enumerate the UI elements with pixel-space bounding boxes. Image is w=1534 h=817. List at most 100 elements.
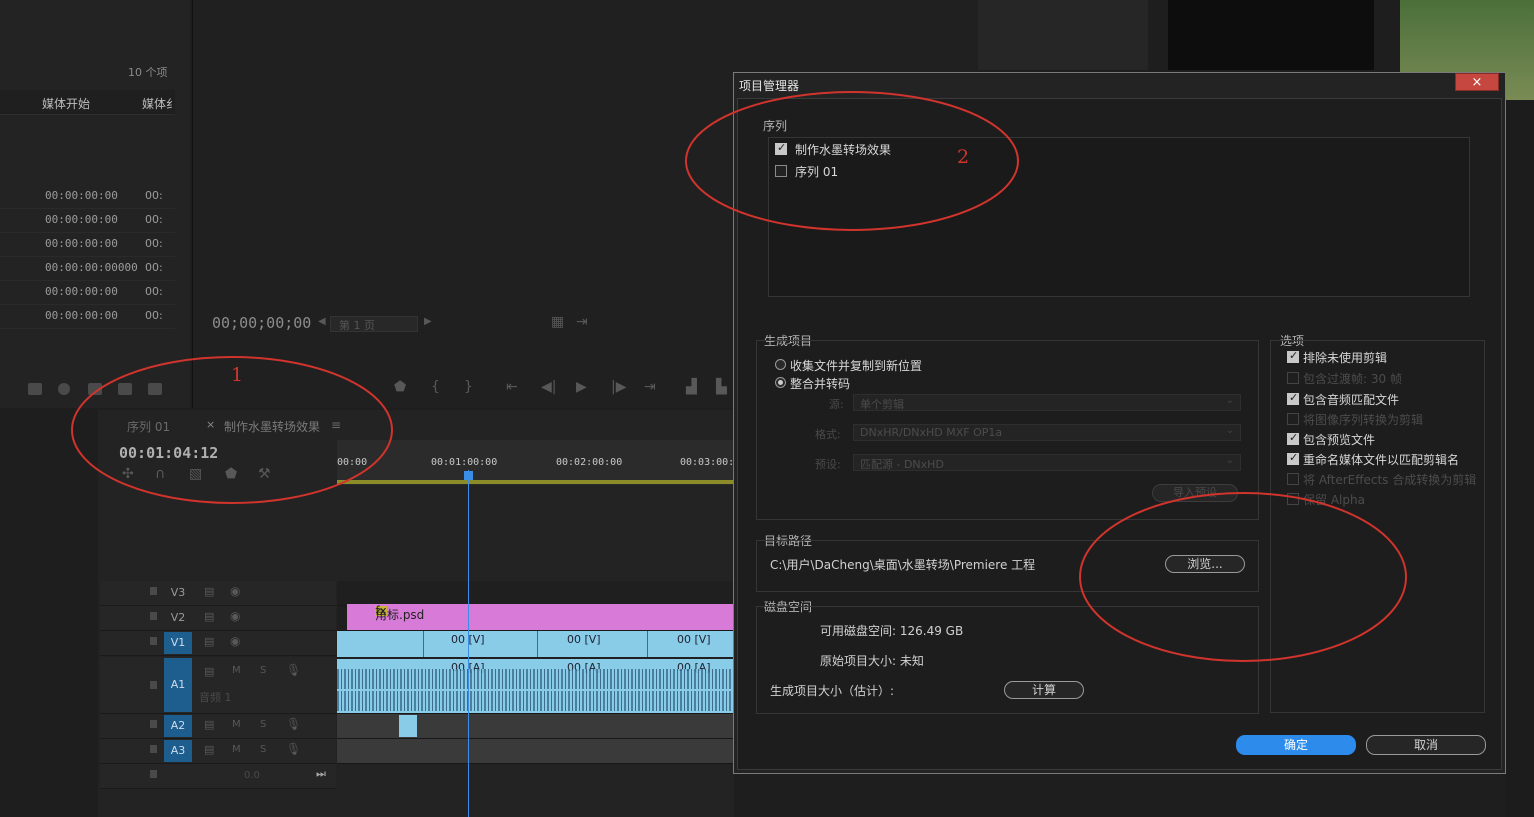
go-to-in-icon[interactable]: ⇤ (506, 379, 518, 395)
step-forward-icon[interactable]: |▶ (611, 379, 626, 395)
project-row[interactable]: 00:00:00:00 00: (0, 208, 175, 233)
browse-button[interactable]: 浏览... (1165, 555, 1245, 573)
option-checkbox[interactable] (1287, 451, 1299, 465)
eye-icon[interactable]: ◉ (230, 609, 240, 623)
project-row[interactable]: 00:00:00:00000 00: (0, 256, 175, 281)
import-preset-button[interactable]: 导入预设 (1152, 484, 1238, 502)
step-back-icon[interactable]: ◀| (541, 379, 556, 395)
solo-button[interactable]: S (260, 665, 266, 676)
tab-sequence-01[interactable]: 序列 01 (127, 418, 170, 435)
sync-lock-icon[interactable]: ▤ (204, 718, 214, 731)
tab-menu-icon[interactable]: ≡ (331, 418, 341, 432)
radio-consolidate-label[interactable]: 整合并转码 (790, 375, 850, 392)
sync-lock-icon[interactable]: ▤ (204, 610, 214, 623)
track-label[interactable]: A2 (164, 715, 192, 737)
tab-close-icon[interactable]: × (206, 418, 215, 431)
mic-icon[interactable]: 🎙 (286, 717, 301, 731)
option-checkbox[interactable] (1287, 391, 1299, 405)
track-label[interactable]: V3 (164, 582, 192, 604)
option-label[interactable]: 重命名媒体文件以匹配剪辑名 (1303, 451, 1459, 468)
timeline-timecode[interactable]: 00:01:04:12 (119, 444, 218, 462)
playhead-handle[interactable] (464, 471, 473, 480)
play-icon[interactable]: ▶ (576, 379, 587, 395)
mute-button[interactable]: M (232, 665, 241, 676)
graphic-clip[interactable]: fx 角标.psd (347, 604, 733, 630)
go-to-out-icon[interactable]: ⇥ (644, 379, 656, 395)
track-label[interactable]: V1 (164, 632, 192, 654)
prev-page-icon[interactable]: ◀ (318, 316, 326, 327)
option-checkbox[interactable] (1287, 349, 1299, 363)
magnet-icon[interactable]: ∩ (155, 466, 165, 482)
sequence-checkbox[interactable] (775, 165, 787, 177)
mic-icon[interactable]: 🎙 (286, 742, 301, 756)
list-view-icon[interactable] (28, 383, 42, 395)
video-clips[interactable]: 00 [V] 00 [V] 00 [V] (337, 631, 733, 657)
preset-select[interactable]: 匹配源 - DNxHD ⌄ (853, 454, 1241, 471)
next-page-icon[interactable]: ▶ (424, 316, 432, 327)
time-ruler[interactable] (337, 440, 734, 485)
format-select[interactable]: DNxHR/DNxHD MXF OP1a ⌄ (853, 424, 1241, 441)
new-bin-icon[interactable] (88, 383, 102, 395)
snap-icon[interactable]: ✣ (122, 466, 134, 482)
in-point-icon[interactable]: { (431, 379, 440, 395)
go-to-end-icon[interactable]: ⏭ (316, 767, 326, 781)
out-point-icon[interactable]: } (464, 379, 473, 395)
project-row[interactable]: 00:00:00:00 00: (0, 232, 175, 257)
sequence-checkbox[interactable] (775, 141, 787, 155)
wrench-icon[interactable]: ⚒ (258, 466, 271, 482)
eye-icon[interactable]: ◉ (230, 584, 240, 598)
lock-icon[interactable] (150, 770, 157, 778)
page-select[interactable]: 第 1 页 (330, 316, 418, 332)
mute-button[interactable]: M (232, 744, 241, 755)
close-button[interactable]: × (1455, 73, 1499, 91)
add-marker-icon[interactable]: ⬟ (225, 466, 237, 482)
sync-lock-icon[interactable]: ▤ (204, 743, 214, 756)
option-label[interactable]: 包含预览文件 (1303, 431, 1375, 448)
audio-clip-small[interactable] (399, 715, 417, 737)
marker-icon[interactable]: ⬟ (394, 379, 406, 395)
sequence-label[interactable]: 制作水墨转场效果 (795, 141, 891, 158)
monitor-timecode[interactable]: 00;00;00;00 (212, 314, 311, 332)
lock-icon[interactable] (150, 720, 157, 728)
option-label[interactable]: 包含音频匹配文件 (1303, 391, 1399, 408)
project-row[interactable]: 00:00:00:00 00: (0, 304, 175, 329)
linked-selection-icon[interactable]: ▧ (189, 466, 202, 482)
track-label[interactable]: A3 (164, 740, 192, 762)
track-area-a2[interactable] (337, 714, 734, 739)
lock-icon[interactable] (150, 612, 157, 620)
column-media-end[interactable]: 媒体纟 (142, 95, 178, 112)
work-area-bar[interactable] (337, 480, 734, 484)
sync-lock-icon[interactable]: ▤ (204, 635, 214, 648)
lock-icon[interactable] (150, 681, 157, 689)
project-row[interactable]: 00:00:00:00 00: (0, 280, 175, 305)
cancel-button[interactable]: 取消 (1366, 735, 1486, 755)
mute-button[interactable]: M (232, 719, 241, 730)
project-row[interactable]: 00:00:00:00 00: (0, 184, 175, 209)
option-label[interactable]: 排除未使用剪辑 (1303, 349, 1387, 366)
radio-collect[interactable] (775, 359, 786, 370)
eye-icon[interactable]: ◉ (230, 634, 240, 648)
extract-icon[interactable]: ▙ (716, 379, 727, 395)
solo-button[interactable]: S (260, 744, 266, 755)
radio-consolidate[interactable] (775, 377, 786, 388)
compute-button[interactable]: 计算 (1004, 681, 1084, 699)
master-volume[interactable]: 0.0 (244, 770, 260, 781)
lock-icon[interactable] (150, 637, 157, 645)
ok-button[interactable]: 确定 (1236, 735, 1356, 755)
lock-icon[interactable] (150, 587, 157, 595)
audio-clips[interactable]: 00 [A] 00 [A] 00 [A] (337, 659, 733, 713)
trash-icon[interactable] (148, 383, 162, 395)
search-icon[interactable] (58, 383, 70, 395)
track-label[interactable]: V2 (164, 607, 192, 629)
sequence-label[interactable]: 序列 01 (795, 163, 838, 180)
track-area-v3[interactable] (337, 581, 734, 606)
tab-active-sequence[interactable]: 制作水墨转场效果 (224, 418, 320, 435)
track-label[interactable]: A1 (164, 658, 192, 712)
mic-icon[interactable]: 🎙 (286, 663, 301, 677)
radio-collect-label[interactable]: 收集文件并复制到新位置 (790, 357, 922, 374)
lift-icon[interactable]: ▟ (686, 379, 697, 395)
sync-lock-icon[interactable]: ▤ (204, 585, 214, 598)
lock-icon[interactable] (150, 745, 157, 753)
column-media-start[interactable]: 媒体开始 (42, 95, 90, 112)
solo-button[interactable]: S (260, 719, 266, 730)
